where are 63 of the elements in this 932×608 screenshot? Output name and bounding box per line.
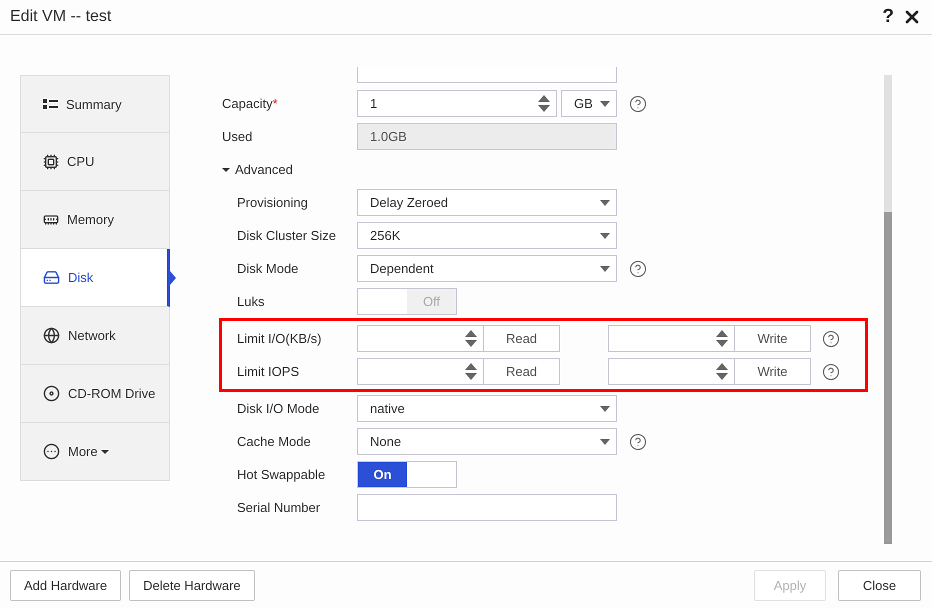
help-icon[interactable]: [629, 260, 647, 278]
number-field[interactable]: [357, 358, 484, 385]
select-field[interactable]: None: [357, 428, 617, 455]
field-label: Serial Number: [237, 500, 322, 515]
scrollbar[interactable]: [884, 75, 892, 544]
spinner-icon[interactable]: [538, 95, 550, 112]
help-button[interactable]: ?: [882, 6, 894, 28]
select-field[interactable]: Dependent: [357, 255, 617, 282]
sidebar-item[interactable]: Network: [20, 307, 170, 365]
list-icon: [43, 98, 58, 110]
section-toggle[interactable]: Advanced: [222, 153, 872, 186]
help-icon[interactable]: [822, 362, 840, 380]
window-title: Edit VM -- test: [10, 8, 112, 26]
readonly-field: 1.0GB: [357, 123, 617, 150]
field-label: Provisioning: [237, 195, 309, 210]
field-label: Limit IOPS: [237, 364, 300, 379]
field-label: Hot Swappable: [237, 467, 326, 482]
field-label: Disk I/O Mode: [237, 401, 320, 416]
select-field[interactable]: Delay Zeroed: [357, 189, 617, 216]
field-label: Capacity*: [222, 96, 279, 111]
help-icon[interactable]: [629, 432, 647, 450]
help-icon[interactable]: [629, 94, 647, 112]
text-field[interactable]: [357, 67, 617, 83]
select-field[interactable]: native: [357, 395, 617, 422]
ellipsis-icon: [43, 443, 60, 460]
spinner-icon[interactable]: [465, 363, 477, 380]
field-label: Luks: [237, 294, 266, 309]
footer-button[interactable]: Add Hardware: [10, 570, 122, 600]
read-addon: Read: [484, 325, 560, 352]
write-addon: Write: [735, 325, 811, 352]
sidebar-item[interactable]: More: [20, 423, 170, 481]
hard-drive-icon: [43, 269, 60, 286]
field-label: Limit I/O(KB/s): [237, 331, 323, 346]
read-addon: Read: [484, 358, 560, 385]
number-field[interactable]: [608, 358, 735, 385]
spinner-icon[interactable]: [716, 330, 728, 347]
globe-icon: [43, 327, 60, 344]
field-label: Cache Mode: [237, 434, 312, 449]
field-label: Disk Mode: [237, 261, 300, 276]
sidebar-item[interactable]: Memory: [20, 191, 170, 249]
pointer-icon: [170, 271, 176, 285]
chip-icon: [43, 154, 59, 170]
text-field[interactable]: [357, 494, 617, 521]
disc-icon: [43, 385, 60, 402]
sidebar-item[interactable]: CD-ROM Drive: [20, 365, 170, 423]
number-field[interactable]: 1: [357, 90, 557, 117]
footer-button[interactable]: Close: [838, 570, 921, 600]
caret-icon: [100, 450, 109, 454]
field-label: Used: [222, 129, 254, 144]
toggle-switch[interactable]: On: [357, 461, 457, 488]
number-field[interactable]: [608, 325, 735, 352]
spinner-icon[interactable]: [465, 330, 477, 347]
footer-button[interactable]: Delete Hardware: [129, 570, 255, 600]
field-label: Disk Cluster Size: [237, 228, 337, 243]
sidebar-item[interactable]: Summary: [20, 75, 170, 133]
unit-select[interactable]: GB: [561, 90, 617, 117]
sidebar-item[interactable]: CPU: [20, 133, 170, 191]
select-field[interactable]: 256K: [357, 222, 617, 249]
number-field[interactable]: [357, 325, 484, 352]
write-addon: Write: [735, 358, 811, 385]
help-icon[interactable]: [822, 330, 840, 348]
caret-icon: [222, 168, 230, 172]
spinner-icon[interactable]: [716, 363, 728, 380]
